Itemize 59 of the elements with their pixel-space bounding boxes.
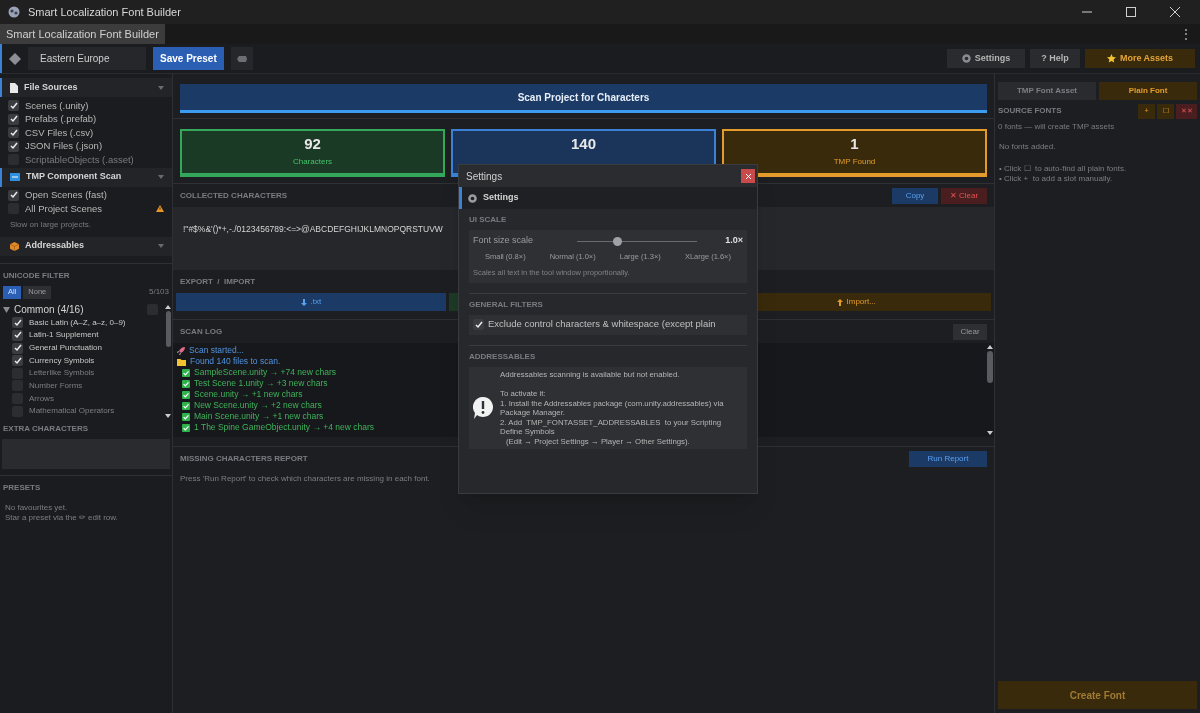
group-label: Common (4/16) xyxy=(14,303,85,317)
section-label: MISSING CHARACTERS REPORT xyxy=(180,452,308,465)
section-label: GENERAL FILTERS xyxy=(469,298,544,311)
checkbox-label: ScriptableObjects (.asset) xyxy=(25,152,135,167)
header-title: Settings xyxy=(483,191,519,205)
log-line: Test Scene 1.unity → +3 new chars xyxy=(194,378,328,389)
empty-text: No fonts added. xyxy=(998,141,1057,153)
log-line: Scan started... xyxy=(189,345,244,356)
log-line: New Scene.unity → +2 new chars xyxy=(194,400,322,411)
dialog-title: Settings xyxy=(466,169,504,184)
slider-value: 1.0× xyxy=(724,234,743,248)
checkbox-label: General Punctuation xyxy=(29,342,102,355)
hint-text: No favourites yet. xyxy=(4,502,69,513)
info-text: 0 fonts — will create TMP assets xyxy=(998,121,1116,133)
hint-text: • Click ☐ to auto-find all plain fonts. xyxy=(999,164,1128,174)
stat-value: 140 xyxy=(571,135,596,153)
section-label: ADDRESSABLES xyxy=(469,350,537,363)
section-label: EXPORT / IMPORT xyxy=(180,275,256,288)
section-label: SCAN LOG xyxy=(180,325,223,338)
characters-text: !"#$%&'()*+,-./0123456789:<=>@ABCDEFGHIJKLMNOPQRSTUVW xyxy=(183,224,443,234)
section-title: TMP Component Scan xyxy=(26,170,123,184)
log-line: SampleScene.unity → +74 new chars xyxy=(194,367,336,378)
checkbox-label: Basic Latin (A–Z, a–z, 0–9) xyxy=(29,316,126,329)
checkbox-label: Mathematical Operators xyxy=(29,405,115,418)
section-label: SOURCE FONTS xyxy=(998,105,1063,117)
section-label: UNICODE FILTER xyxy=(2,269,71,282)
hint-text: • Click + to add a slot manually. xyxy=(999,174,1114,184)
log-line: Found 140 files to scan. xyxy=(190,356,281,367)
stat-label: TMP Found xyxy=(833,156,876,168)
stat-value: 92 xyxy=(304,135,321,153)
hint-text: Star a preset via the ✏ edit row. xyxy=(4,512,119,523)
checkbox-label: Latin-1 Supplement xyxy=(29,329,99,342)
slider-label: Font size scale xyxy=(473,234,535,248)
checkbox-label: Exclude control characters & whitespace (except plain xyxy=(488,317,716,332)
section-label: EXTRA CHARACTERS xyxy=(2,422,90,435)
checkbox-label: Arrows xyxy=(29,392,54,405)
count-text: 5/103 xyxy=(148,286,169,298)
checkbox-label: All Project Scenes xyxy=(25,201,104,216)
checkbox-label: Scenes (.unity) xyxy=(25,98,90,113)
log-line: Main Scene.unity → +1 new chars xyxy=(194,411,324,422)
section-title: Addressables xyxy=(25,239,86,253)
checkbox-label: JSON Files (.json) xyxy=(25,139,104,154)
section-label: UI SCALE xyxy=(469,214,508,226)
section-label: PRESETS xyxy=(2,481,42,494)
checkbox-label: Open Scenes (fast) xyxy=(25,188,108,203)
checkbox-label: Letterlike Symbols xyxy=(29,367,95,380)
checkbox-label: Currency Symbols xyxy=(29,354,95,367)
hint-text: Press 'Run Report' to check which characters are missing in each font. xyxy=(180,473,431,485)
log-line: Scene.unity → +1 new chars xyxy=(194,389,303,400)
checkbox-label: CSV Files (.csv) xyxy=(25,125,95,140)
section-label: COLLECTED CHARACTERS xyxy=(180,189,288,202)
window-title: Smart Localization Font Builder xyxy=(28,4,181,20)
log-line: 1 The Spine GameObject.unity → +4 new chars xyxy=(194,422,375,433)
hint-text: Slow on large projects. xyxy=(9,218,92,231)
stat-label: Characters xyxy=(292,156,333,168)
section-title: File Sources xyxy=(24,80,79,94)
stat-value: 1 xyxy=(850,135,859,153)
checkbox-label: Prefabs (.prefab) xyxy=(25,112,98,127)
checkbox-label: Number Forms xyxy=(29,379,83,392)
